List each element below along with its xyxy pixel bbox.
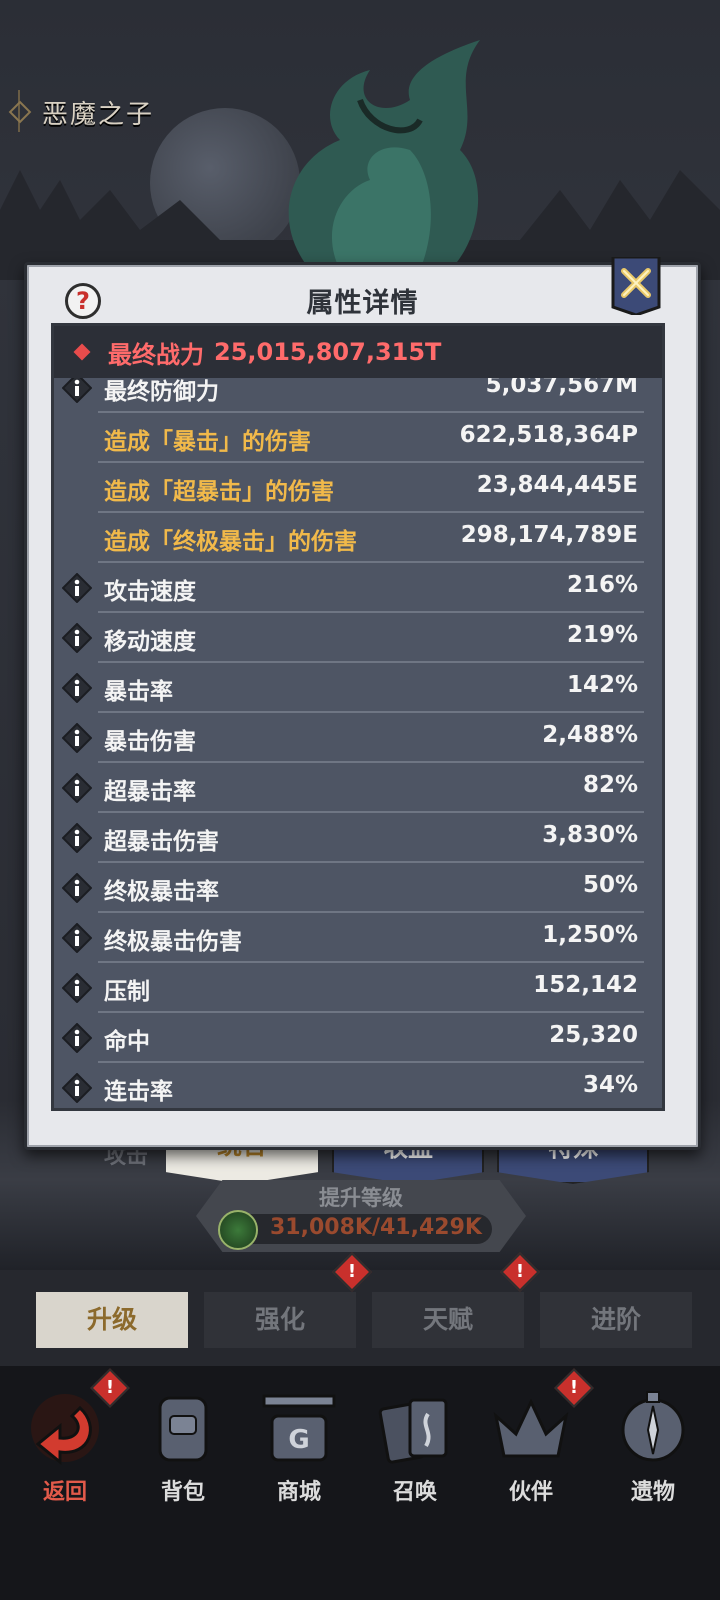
info-icon[interactable]: [62, 773, 92, 803]
character-title-frame: 恶魔之子: [18, 90, 230, 132]
stat-row: 超暴击率 82%: [54, 763, 662, 813]
stats-list[interactable]: 最终战力 25,015,807,315T 最终防御力 5,037,567M 造成「暴…: [51, 323, 665, 1111]
shop-stall-icon: G: [262, 1394, 336, 1462]
info-icon[interactable]: [62, 673, 92, 703]
info-icon[interactable]: [62, 623, 92, 653]
attribute-details-dialog: ? 属性详情 最终战力 25,015,807,315T 最终防御力 5,037,5…: [24, 257, 701, 1150]
upgrade-level-box[interactable]: 提升等级 31,008K/41,429K: [196, 1180, 526, 1252]
stats-rows: 最终防御力 5,037,567M 造成「暴击」的伤害 622,518,364P 造成「超…: [54, 363, 662, 1108]
stat-row: 命中 25,320: [54, 1013, 662, 1063]
nav-shop[interactable]: G 商城: [244, 1386, 354, 1506]
stat-name: 移动速度: [104, 629, 196, 655]
stat-value: 622,518,364P: [459, 422, 638, 448]
badge-symbol: !: [105, 1377, 115, 1398]
stat-value: 152,142: [533, 972, 638, 998]
stat-value: 23,844,445E: [476, 472, 638, 498]
stat-value: 50%: [582, 872, 638, 898]
diamond-icon: [73, 343, 91, 361]
stat-name: 压制: [104, 979, 150, 1005]
info-icon[interactable]: [62, 1073, 92, 1103]
stat-name: 终极暴击率: [104, 879, 219, 905]
info-icon[interactable]: [62, 1023, 92, 1053]
nav-shop-label: 商城: [276, 1480, 321, 1505]
stat-row: 终极暴击伤害 1,250%: [54, 913, 662, 963]
info-icon[interactable]: [62, 823, 92, 853]
demon-character-image: [288, 40, 480, 270]
nav-bag-label: 背包: [160, 1480, 205, 1505]
upgrade-cost-pill: 31,008K/41,429K: [218, 1210, 492, 1250]
stat-value: 25,320: [549, 1022, 638, 1048]
stat-row: 暴击伤害 2,488%: [54, 713, 662, 763]
stat-name: 超暴击伤害: [104, 829, 219, 855]
stat-name: 造成「终极暴击」的伤害: [104, 529, 357, 555]
stat-name: 暴击率: [104, 679, 173, 705]
stat-row: 终极暴击率 50%: [54, 863, 662, 913]
stat-name: 终极暴击伤害: [104, 929, 242, 955]
main-tab-bar: 升级 强化 天赋 进阶 ! !: [0, 1252, 720, 1366]
stat-name: 命中: [104, 1029, 150, 1055]
stat-row: 造成「超暴击」的伤害 23,844,445E: [54, 463, 662, 513]
nav-relic-label: 遗物: [630, 1480, 675, 1505]
stat-value: 34%: [582, 1072, 638, 1098]
stat-value: 82%: [582, 772, 638, 798]
bottom-navigation: 返回 背包 G 商城 召唤 伙伴 遗物 ! !: [0, 1366, 720, 1600]
stat-name: 超暴击率: [104, 779, 196, 805]
tab-advance[interactable]: 进阶: [540, 1292, 692, 1348]
stat-name: 攻击速度: [104, 579, 196, 605]
close-icon[interactable]: [611, 257, 661, 315]
stat-value: 216%: [566, 572, 638, 598]
stat-row: 造成「暴击」的伤害 622,518,364P: [54, 413, 662, 463]
nav-partner-label: 伙伴: [508, 1480, 553, 1505]
stat-value: 3,830%: [542, 822, 638, 848]
stat-row: 连击率 34%: [54, 1063, 662, 1108]
svg-text:G: G: [288, 1425, 309, 1455]
tab-enhance[interactable]: 强化: [204, 1292, 356, 1348]
final-power-value: 25,015,807,315T: [214, 338, 442, 366]
info-icon[interactable]: [62, 873, 92, 903]
stat-value: 298,174,789E: [460, 522, 638, 548]
info-icon[interactable]: [62, 573, 92, 603]
upgrade-cost-value: 31,008K/41,429K: [270, 1215, 482, 1240]
final-power-bar: 最终战力 25,015,807,315T: [54, 326, 662, 378]
info-icon[interactable]: [62, 973, 92, 1003]
nav-back-label: 返回: [42, 1480, 87, 1505]
coin-icon: [218, 1210, 258, 1250]
stat-name: 暴击伤害: [104, 729, 196, 755]
info-icon[interactable]: [62, 723, 92, 753]
stat-row: 暴击率 142%: [54, 663, 662, 713]
stat-name: 连击率: [104, 1079, 173, 1105]
stat-row: 超暴击伤害 3,830%: [54, 813, 662, 863]
nav-relic[interactable]: 遗物: [598, 1386, 708, 1506]
stat-value: 142%: [566, 672, 638, 698]
tab-upgrade[interactable]: 升级: [36, 1292, 188, 1348]
stat-name: 造成「暴击」的伤害: [104, 429, 311, 455]
badge-symbol: !: [347, 1261, 357, 1282]
stat-row: 压制 152,142: [54, 963, 662, 1013]
stat-row: 攻击速度 216%: [54, 563, 662, 613]
tab-talent[interactable]: 天赋: [372, 1292, 524, 1348]
nav-summon-label: 召唤: [392, 1480, 437, 1505]
summon-cards-icon: [378, 1398, 448, 1464]
stat-value: 219%: [566, 622, 638, 648]
info-icon[interactable]: [62, 923, 92, 953]
return-arrow-icon: [31, 1394, 99, 1466]
nav-bag[interactable]: 背包: [128, 1386, 238, 1506]
stat-name: 造成「超暴击」的伤害: [104, 479, 334, 505]
final-power-label: 最终战力: [108, 340, 204, 369]
stat-value: 2,488%: [542, 722, 638, 748]
dialog-title: 属性详情: [306, 288, 419, 319]
upgrade-label: 提升等级: [319, 1186, 403, 1210]
nav-summon[interactable]: 召唤: [360, 1386, 470, 1506]
stat-value: 1,250%: [542, 922, 638, 948]
badge-symbol: !: [515, 1261, 525, 1282]
character-name: 恶魔之子: [42, 100, 155, 130]
nav-back[interactable]: 返回: [10, 1386, 120, 1506]
badge-symbol: !: [569, 1377, 579, 1398]
stat-row: 造成「终极暴击」的伤害 298,174,789E: [54, 513, 662, 563]
stat-row: 移动速度 219%: [54, 613, 662, 663]
backpack-icon: [158, 1396, 208, 1462]
compass-relic-icon: [621, 1391, 685, 1462]
